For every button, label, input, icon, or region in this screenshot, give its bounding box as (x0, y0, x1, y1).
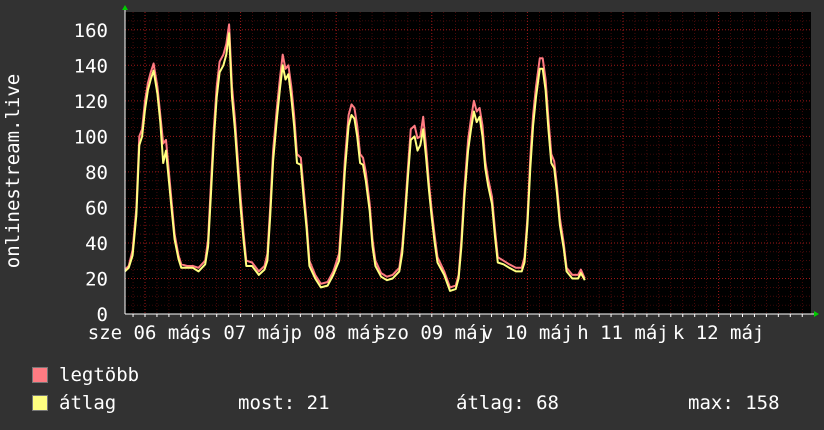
y-tick-label: 20 (85, 268, 108, 290)
legend-item-atlag: átlag most: 21 átlag: 68 max: 158 (32, 392, 812, 414)
y-axis-label: onlinestream.live (2, 74, 24, 268)
legend-swatch-atlag (32, 395, 48, 411)
x-axis-arrow (814, 311, 819, 317)
x-tick-label: h 11 máj (577, 322, 669, 344)
y-tick-label: 140 (74, 55, 108, 77)
x-tick-label: v 10 máj (482, 322, 574, 344)
chart-figure: 0 20 40 60 80 100 120 140 160 sze 06 máj cs 07 má… (0, 0, 824, 430)
stat-most: most: 21 (238, 392, 330, 414)
stat-atlag: átlag: 68 (456, 392, 559, 414)
y-axis-arrow (122, 5, 128, 10)
y-tick-label: 60 (85, 197, 108, 219)
y-tick-label: 120 (74, 91, 108, 113)
x-tick-label: p 08 máj (290, 322, 382, 344)
x-tick-label: szo 09 máj (375, 322, 489, 344)
y-tick-label: 40 (85, 233, 108, 255)
y-tick-label: 80 (85, 162, 108, 184)
legend-label-atlag: átlag (59, 392, 117, 414)
x-tick-label: sze 06 máj (88, 322, 202, 344)
y-tick-label: 160 (74, 20, 108, 42)
legend-label-legtobb: legtöbb (59, 364, 140, 386)
x-tick-label: cs 07 máj (189, 322, 292, 344)
y-tick-labels: 020406080100120140160 (74, 20, 108, 326)
stat-max: max: 158 (688, 392, 780, 414)
legend-swatch-legtobb (32, 367, 48, 383)
x-tick-labels: sze 06 májcs 07 májp 08 májszo 09 májv 1… (88, 322, 765, 344)
y-tick-label: 100 (74, 126, 108, 148)
x-tick-label: k 12 máj (673, 322, 765, 344)
